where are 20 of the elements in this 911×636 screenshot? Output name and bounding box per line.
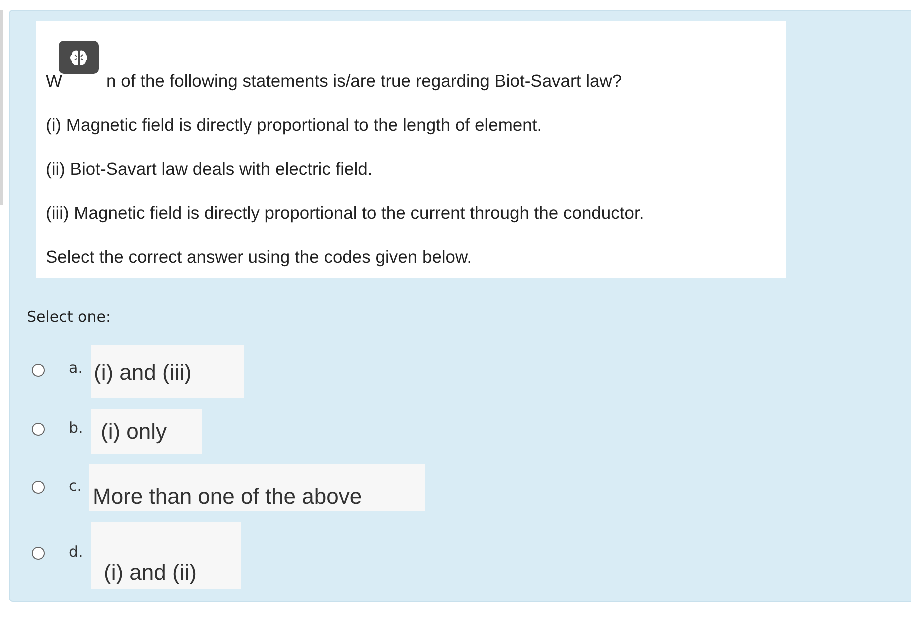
option-text[interactable]: (i) and (iii) <box>91 345 244 398</box>
option-letter: c. <box>69 477 84 495</box>
question-text: n of the following statements is/are true regarding Biot-Savart law? <box>106 70 622 93</box>
option-letter: d. <box>69 543 84 561</box>
question-text: W <box>46 70 63 93</box>
radio-button[interactable] <box>32 364 45 377</box>
question-text: (i) Magnetic field is directly proportional to the length of element. <box>46 114 544 137</box>
brain-icon[interactable] <box>59 41 99 74</box>
option-letter: b. <box>69 419 84 437</box>
prompt-label: Select one: <box>27 308 112 328</box>
question-text: Select the correct answer using the codes given below. <box>46 246 474 269</box>
option-letter: a. <box>69 359 84 377</box>
option-text[interactable]: More than one of the above <box>89 464 425 511</box>
option-text[interactable]: (i) only <box>91 409 202 454</box>
radio-button[interactable] <box>32 481 45 494</box>
question-text: (iii) Magnetic field is directly proportional to the current through the conductor. <box>46 202 646 225</box>
option-text[interactable]: (i) and (ii) <box>91 522 241 589</box>
question-text: (ii) Biot-Savart law deals with electric field. <box>46 158 374 181</box>
radio-button[interactable] <box>32 423 45 436</box>
radio-button[interactable] <box>32 547 45 560</box>
